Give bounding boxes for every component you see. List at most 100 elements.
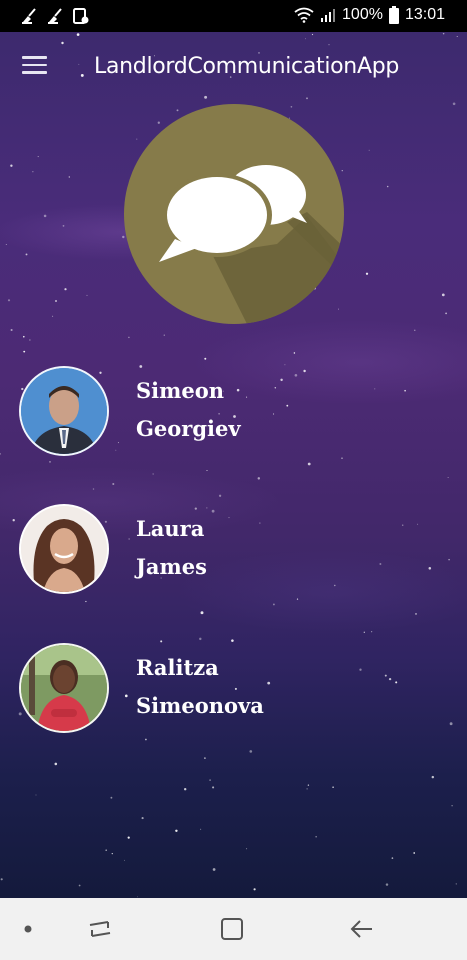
star-dot bbox=[5, 243, 7, 246]
wifi-icon bbox=[294, 7, 314, 23]
star-dot bbox=[307, 784, 310, 786]
star-dot bbox=[246, 848, 248, 850]
star-dot bbox=[54, 762, 58, 766]
app-screen: LandlordCommunicationApp Simeon Georgiev… bbox=[0, 32, 467, 898]
star-dot bbox=[414, 329, 416, 331]
star-dot bbox=[23, 335, 25, 338]
status-bar: 100% 13:01 bbox=[0, 0, 467, 32]
star-dot bbox=[363, 631, 365, 633]
star-dot bbox=[37, 156, 39, 158]
star-dot bbox=[199, 637, 202, 641]
star-dot bbox=[78, 63, 80, 65]
navigation-bar bbox=[0, 898, 467, 960]
star-dot bbox=[35, 794, 37, 796]
star-dot bbox=[152, 473, 154, 475]
star-dot bbox=[307, 462, 311, 466]
contact-item[interactable]: Ralitza Simeonova bbox=[19, 643, 439, 737]
star-dot bbox=[76, 33, 80, 36]
star-dot bbox=[328, 44, 330, 46]
contact-item[interactable]: Laura James bbox=[19, 504, 439, 598]
star-dot bbox=[184, 788, 187, 791]
contact-name: Simeon Georgiev bbox=[136, 372, 386, 448]
star-dot bbox=[111, 852, 113, 855]
notification-icons bbox=[20, 7, 90, 25]
star-dot bbox=[231, 639, 234, 642]
star-dot bbox=[144, 738, 147, 741]
avatar bbox=[19, 504, 109, 594]
star-dot bbox=[62, 225, 65, 227]
star-dot bbox=[365, 272, 369, 275]
star-dot bbox=[29, 339, 31, 341]
star-dot bbox=[212, 868, 216, 871]
home-icon[interactable] bbox=[217, 916, 247, 942]
star-dot bbox=[415, 613, 417, 615]
star-dot bbox=[451, 805, 453, 807]
star-dot bbox=[218, 494, 222, 497]
contact-last-name: Georgiev bbox=[136, 416, 241, 441]
star-dot bbox=[78, 884, 81, 887]
star-dot bbox=[163, 334, 165, 336]
star-dot bbox=[141, 817, 144, 820]
star-dot bbox=[305, 38, 307, 40]
avatar bbox=[19, 366, 109, 456]
star-dot bbox=[441, 293, 445, 297]
star-dot bbox=[253, 888, 256, 891]
contact-first-name: Laura bbox=[136, 516, 205, 541]
star-dot bbox=[209, 779, 211, 781]
star-dot bbox=[249, 750, 253, 753]
star-dot bbox=[127, 836, 130, 839]
avatar bbox=[19, 643, 109, 733]
hamburger-menu-icon[interactable] bbox=[22, 56, 50, 80]
star-dot bbox=[61, 41, 64, 45]
star-dot bbox=[128, 336, 130, 339]
star-dot bbox=[10, 164, 13, 167]
dot-icon[interactable] bbox=[14, 916, 44, 942]
star-dot bbox=[200, 611, 204, 615]
star-dot bbox=[64, 288, 67, 291]
star-dot bbox=[105, 849, 107, 851]
chat-bubbles-icon bbox=[124, 104, 344, 324]
star-dot bbox=[445, 312, 447, 315]
star-dot bbox=[456, 35, 458, 38]
star-dot bbox=[68, 176, 71, 178]
star-dot bbox=[10, 328, 13, 332]
avatar-photo bbox=[21, 368, 107, 454]
star-dot bbox=[449, 722, 453, 726]
back-icon[interactable] bbox=[348, 916, 378, 942]
star-dot bbox=[92, 488, 95, 490]
star-dot bbox=[315, 836, 317, 838]
star-dot bbox=[431, 775, 435, 779]
contact-name: Laura James bbox=[136, 510, 386, 586]
star-dot bbox=[204, 357, 207, 360]
star-dot bbox=[311, 33, 314, 36]
recent-apps-icon[interactable] bbox=[86, 916, 116, 942]
star-dot bbox=[332, 786, 334, 788]
star-dot bbox=[52, 315, 54, 317]
star-dot bbox=[43, 214, 47, 218]
star-dot bbox=[306, 97, 308, 100]
star-dot bbox=[272, 603, 275, 606]
star-dot bbox=[368, 149, 370, 151]
star-dot bbox=[452, 102, 456, 106]
star-dot bbox=[391, 857, 394, 859]
star-dot bbox=[212, 786, 215, 789]
broom-icon bbox=[48, 8, 62, 24]
contact-last-name: Simeonova bbox=[136, 693, 264, 718]
contact-item[interactable]: Simeon Georgiev bbox=[19, 366, 439, 460]
star-dot bbox=[0, 453, 1, 455]
battery-icon bbox=[388, 6, 399, 24]
star-dot bbox=[386, 185, 389, 188]
contact-last-name: James bbox=[136, 554, 207, 579]
star-dot bbox=[25, 253, 28, 256]
avatar-photo bbox=[21, 645, 107, 731]
star-dot bbox=[442, 32, 445, 35]
star-dot bbox=[206, 470, 208, 471]
app-title: LandlordCommunicationApp bbox=[94, 54, 400, 79]
signal-icon bbox=[321, 9, 336, 22]
star-dot bbox=[200, 828, 202, 830]
star-dot bbox=[296, 598, 299, 600]
star-dot bbox=[447, 477, 449, 478]
star-dot bbox=[55, 300, 57, 302]
star-dot bbox=[413, 852, 416, 854]
star-dot bbox=[7, 299, 11, 302]
